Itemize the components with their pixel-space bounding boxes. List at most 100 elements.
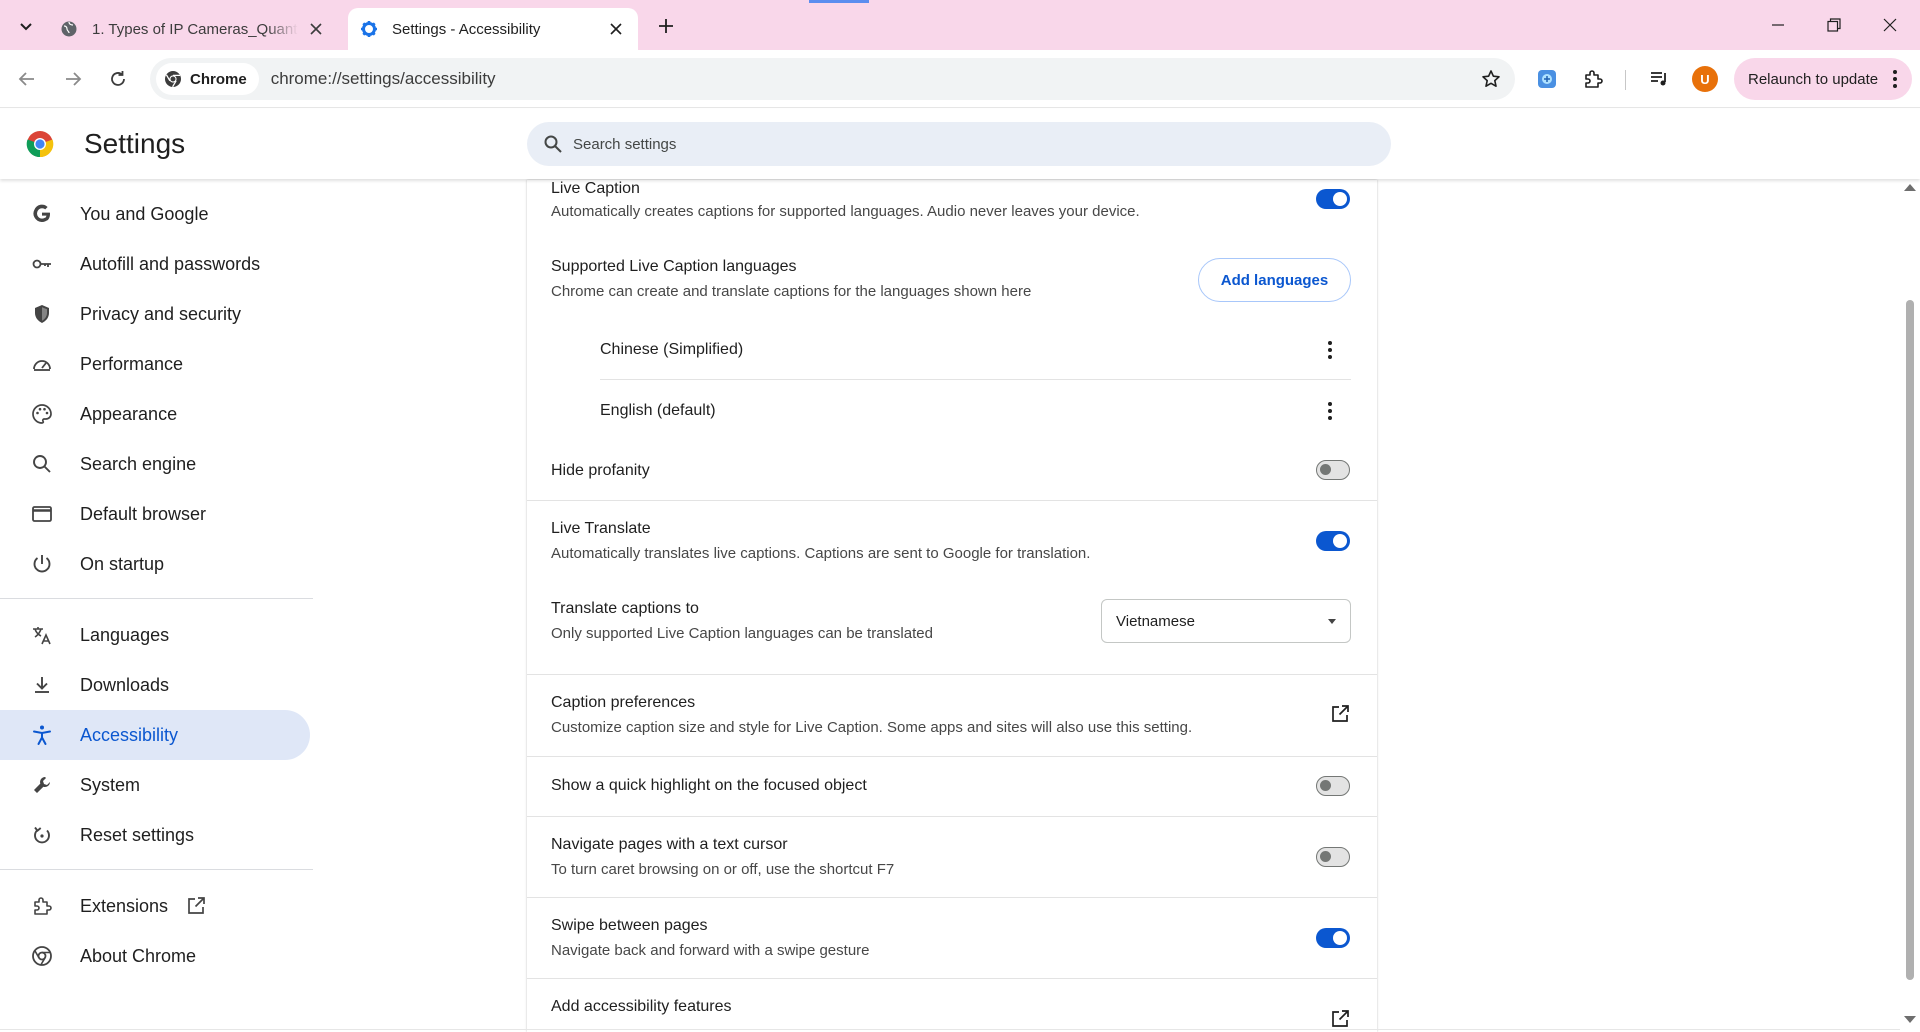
sidebar-item-accessibility[interactable]: Accessibility: [0, 710, 310, 760]
sidebar-item-label: Reset settings: [80, 824, 195, 845]
sidebar-item-on-startup[interactable]: On startup: [0, 539, 310, 589]
relaunch-button[interactable]: Relaunch to update: [1734, 58, 1912, 100]
setting-description: Automatically creates captions for suppo…: [551, 203, 1140, 220]
row-divider: [527, 978, 1377, 979]
reset-icon: [30, 823, 54, 847]
drag-indicator: [809, 0, 869, 3]
quick-highlight-row: Show a quick highlight on the focused ob…: [527, 777, 1377, 801]
wrench-icon: [30, 773, 54, 797]
extension-app-icon: [1538, 70, 1556, 88]
quick-highlight-toggle[interactable]: [1316, 776, 1350, 796]
puzzle-icon: [30, 894, 54, 918]
hide-profanity-toggle[interactable]: [1316, 460, 1350, 480]
site-info-chip[interactable]: Chrome: [156, 63, 259, 95]
toolbar-separator: [1625, 70, 1626, 90]
add-features-link[interactable]: [1329, 1008, 1351, 1030]
sidebar-item-reset[interactable]: Reset settings: [0, 810, 310, 860]
sidebar-item-appearance[interactable]: Appearance: [0, 389, 310, 439]
setting-label: Supported Live Caption languages: [551, 258, 797, 275]
sidebar-item-about-chrome[interactable]: About Chrome: [0, 931, 310, 981]
add-languages-button[interactable]: Add languages: [1198, 258, 1351, 302]
hide-profanity-row: Hide profanity: [527, 462, 1377, 486]
palette-icon: [30, 402, 54, 426]
search-icon: [544, 135, 562, 153]
open-in-new-icon: [188, 897, 205, 914]
sidebar-item-search-engine[interactable]: Search engine: [0, 439, 310, 489]
sidebar-item-privacy[interactable]: Privacy and security: [0, 289, 310, 339]
sidebar-item-downloads[interactable]: Downloads: [0, 660, 310, 710]
caption-preferences-row[interactable]: Caption preferences Customize caption si…: [527, 694, 1377, 744]
translate-language-select[interactable]: Vietnamese: [1101, 599, 1351, 643]
chevron-down-icon: [20, 23, 32, 31]
swipe-pages-row: Swipe between pages Navigate back and fo…: [527, 917, 1377, 967]
more-vert-icon: [1328, 402, 1332, 420]
sidebar-item-system[interactable]: System: [0, 760, 310, 810]
sidebar-item-default-browser[interactable]: Default browser: [0, 489, 310, 539]
tab-search-button[interactable]: [12, 12, 40, 40]
forward-button[interactable]: [58, 64, 88, 94]
tab-title: Settings - Accessibility: [392, 20, 541, 38]
add-accessibility-features-row[interactable]: Add accessibility features: [527, 998, 1377, 1022]
setting-label: Swipe between pages: [551, 917, 708, 934]
search-box[interactable]: [527, 122, 1391, 166]
scroll-up-arrow-icon[interactable]: [1904, 184, 1916, 191]
tab-strip: 1. Types of IP Cameras_Quantri Settings …: [0, 0, 1920, 50]
sidebar-divider: [0, 598, 313, 599]
caption-preferences-link[interactable]: [1329, 703, 1351, 725]
live-translate-toggle[interactable]: [1316, 531, 1350, 551]
playlist-icon: [1651, 72, 1666, 86]
media-controls-button[interactable]: [1644, 64, 1674, 94]
setting-description: Navigate back and forward with a swipe g…: [551, 942, 870, 959]
browser-window-icon: [30, 502, 54, 526]
sidebar-item-label: Default browser: [80, 503, 207, 524]
back-button[interactable]: [12, 64, 42, 94]
search-icon: [30, 452, 54, 476]
setting-label: Show a quick highlight on the focused ob…: [551, 777, 867, 794]
tab-settings-accessibility[interactable]: Settings - Accessibility: [348, 8, 638, 50]
live-caption-toggle[interactable]: [1316, 189, 1350, 209]
puzzle-icon: [1585, 70, 1603, 88]
caret-browsing-toggle[interactable]: [1316, 847, 1350, 867]
reload-button[interactable]: [103, 64, 133, 94]
more-vert-icon: [1893, 70, 1897, 88]
scroll-down-arrow-icon[interactable]: [1904, 1016, 1916, 1023]
scroll-thumb[interactable]: [1906, 300, 1914, 980]
setting-label: Translate captions to: [551, 600, 699, 617]
new-tab-button[interactable]: [652, 12, 680, 40]
search-input[interactable]: [573, 135, 1353, 153]
address-bar[interactable]: Chrome chrome://settings/accessibility: [150, 58, 1515, 100]
language-menu-button[interactable]: [1320, 399, 1340, 423]
close-icon[interactable]: [606, 19, 626, 39]
key-icon: [30, 252, 54, 276]
sidebar-item-performance[interactable]: Performance: [0, 339, 310, 389]
sidebar-item-languages[interactable]: Languages: [0, 610, 310, 660]
sidebar-item-label: Downloads: [80, 674, 170, 695]
avatar[interactable]: U: [1692, 66, 1718, 92]
language-menu-button[interactable]: [1320, 338, 1340, 362]
chrome-icon: [165, 71, 181, 88]
sidebar-item-autofill[interactable]: Autofill and passwords: [0, 239, 310, 289]
url-text[interactable]: chrome://settings/accessibility: [271, 69, 1475, 89]
sidebar-item-label: Autofill and passwords: [80, 253, 261, 274]
restore-button[interactable]: [1806, 0, 1862, 50]
close-window-button[interactable]: [1862, 0, 1918, 50]
minimize-button[interactable]: [1750, 0, 1806, 50]
more-vert-icon: [1328, 341, 1332, 359]
live-translate-row: Live Translate Automatically translates …: [527, 520, 1377, 570]
sidebar-item-label: Appearance: [80, 403, 178, 424]
settings-header: Settings: [0, 109, 1920, 179]
tab-ip-cameras[interactable]: 1. Types of IP Cameras_Quantri: [48, 8, 338, 50]
swipe-pages-toggle[interactable]: [1316, 928, 1350, 948]
row-divider: [527, 500, 1377, 501]
open-in-new-icon: [1332, 1010, 1349, 1027]
gear-icon: [360, 20, 378, 38]
page-scrollbar[interactable]: [1900, 180, 1920, 1032]
setting-label: Hide profanity: [551, 462, 650, 479]
extensions-button[interactable]: [1578, 64, 1608, 94]
sidebar-item-extensions[interactable]: Extensions: [0, 881, 310, 931]
sidebar-item-you-and-google[interactable]: You and Google: [0, 189, 310, 239]
setting-label: Navigate pages with a text cursor: [551, 836, 788, 853]
close-icon[interactable]: [306, 19, 326, 39]
extension-app-button[interactable]: [1532, 64, 1562, 94]
bookmark-star-button[interactable]: [1475, 63, 1507, 95]
